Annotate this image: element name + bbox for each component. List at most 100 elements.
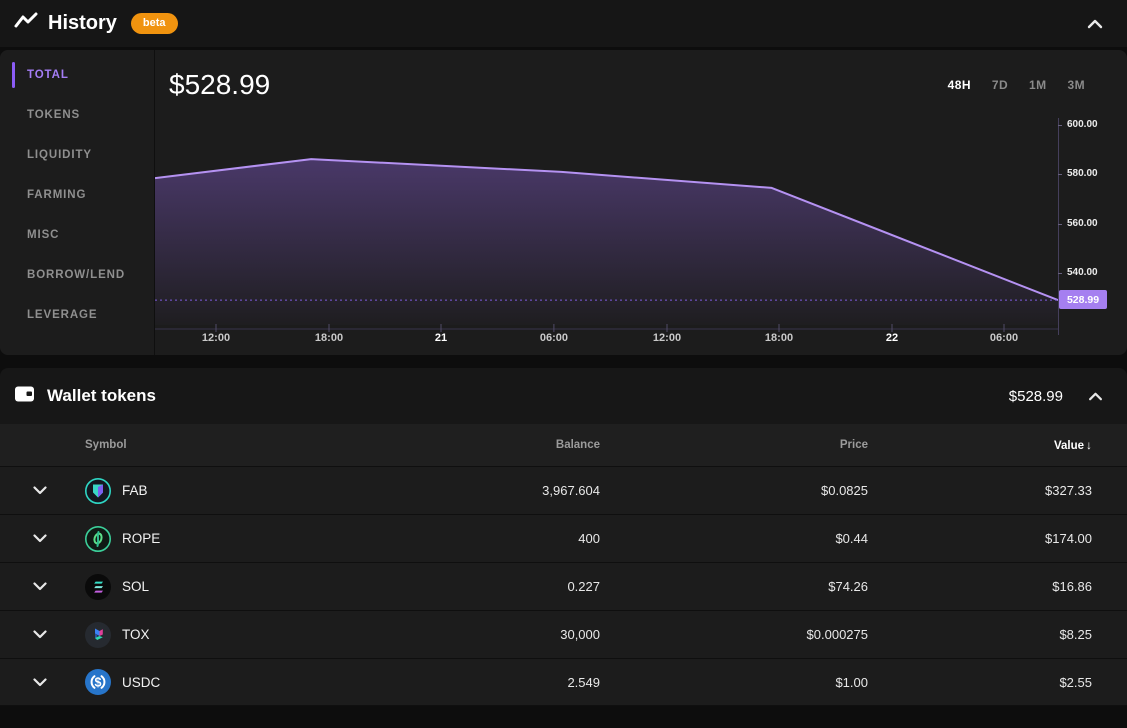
table-header-row: Symbol Balance Price Value↓ bbox=[0, 424, 1127, 466]
column-header-value[interactable]: Value↓ bbox=[868, 438, 1092, 452]
sidebar-item-label: MISC bbox=[27, 229, 59, 241]
table-row[interactable]: SOL 0.227 $74.26 $16.86 bbox=[0, 562, 1127, 610]
token-price: $1.00 bbox=[600, 675, 868, 690]
x-axis-label: 18:00 bbox=[315, 332, 343, 344]
token-symbol: TOX bbox=[122, 627, 150, 642]
table-row[interactable]: TOX 30,000 $0.000275 $8.25 bbox=[0, 610, 1127, 658]
y-axis-label: 580.00 bbox=[1067, 168, 1098, 179]
chevron-down-icon bbox=[33, 534, 47, 543]
y-axis-tick bbox=[1058, 174, 1062, 175]
token-balance: 3,967.604 bbox=[280, 483, 600, 498]
wallet-tokens-table: Symbol Balance Price Value↓ FAB 3,967.60… bbox=[0, 424, 1127, 706]
token-symbol: FAB bbox=[122, 483, 148, 498]
usdc-token-icon: $ bbox=[84, 668, 112, 696]
row-expand-button[interactable] bbox=[33, 582, 47, 591]
y-axis-tick bbox=[1058, 273, 1062, 274]
range-button-1m[interactable]: 1M bbox=[1029, 78, 1046, 92]
history-chart-icon bbox=[14, 11, 38, 36]
table-row[interactable]: $ USDC 2.549 $1.00 $2.55 bbox=[0, 658, 1127, 706]
y-axis-tick bbox=[1058, 224, 1062, 225]
token-balance: 0.227 bbox=[280, 579, 600, 594]
sidebar-item-farming[interactable]: FARMING bbox=[0, 175, 154, 215]
chart-zone: $528.99 48H 7D 1M 3M 12:0018:002106:0012… bbox=[155, 50, 1127, 355]
x-axis-label: 18:00 bbox=[765, 332, 793, 344]
x-axis-label: 21 bbox=[435, 332, 447, 344]
sol-token-icon bbox=[84, 573, 112, 601]
token-value: $8.25 bbox=[868, 627, 1092, 642]
sidebar-item-leverage[interactable]: LEVERAGE bbox=[0, 295, 154, 335]
row-expand-button[interactable] bbox=[33, 534, 47, 543]
rope-token-icon bbox=[84, 525, 112, 553]
y-axis-label: 560.00 bbox=[1067, 218, 1098, 229]
table-row[interactable]: ROPE 400 $0.44 $174.00 bbox=[0, 514, 1127, 562]
chevron-down-icon bbox=[33, 630, 47, 639]
history-collapse-button[interactable] bbox=[1081, 10, 1109, 38]
chevron-down-icon bbox=[33, 678, 47, 687]
tox-token-icon bbox=[84, 621, 112, 649]
sidebar-item-label: TOTAL bbox=[27, 69, 69, 81]
range-button-48h[interactable]: 48H bbox=[948, 78, 971, 92]
column-header-balance[interactable]: Balance bbox=[280, 439, 600, 451]
x-axis-label: 06:00 bbox=[990, 332, 1018, 344]
sidebar-item-label: BORROW/LEND bbox=[27, 269, 125, 281]
token-balance: 400 bbox=[280, 531, 600, 546]
token-price: $0.0825 bbox=[600, 483, 868, 498]
wallet-collapse-button[interactable] bbox=[1081, 382, 1109, 410]
token-price: $0.44 bbox=[600, 531, 868, 546]
sidebar-item-misc[interactable]: MISC bbox=[0, 215, 154, 255]
token-balance: 30,000 bbox=[280, 627, 600, 642]
y-axis-label: 600.00 bbox=[1067, 119, 1098, 130]
token-symbol: SOL bbox=[122, 579, 149, 594]
history-title: History bbox=[48, 12, 117, 35]
history-panel: TOTAL TOKENS LIQUIDITY FARMING MISC BORR… bbox=[0, 50, 1127, 355]
sidebar-item-label: FARMING bbox=[27, 189, 86, 201]
wallet-tokens-title: Wallet tokens bbox=[47, 386, 156, 406]
beta-badge: beta bbox=[131, 13, 178, 34]
chevron-down-icon bbox=[33, 582, 47, 591]
history-header: History beta bbox=[0, 0, 1127, 47]
wallet-icon bbox=[14, 385, 36, 408]
token-value: $174.00 bbox=[868, 531, 1092, 546]
chart-y-axis: 600.00580.00560.00540.00528.99 bbox=[1058, 110, 1127, 355]
column-header-symbol[interactable]: Symbol bbox=[80, 439, 280, 451]
token-price: $74.26 bbox=[600, 579, 868, 594]
token-value: $2.55 bbox=[868, 675, 1092, 690]
history-sidebar: TOTAL TOKENS LIQUIDITY FARMING MISC BORR… bbox=[0, 50, 155, 355]
chevron-down-icon bbox=[33, 486, 47, 495]
x-axis-label: 12:00 bbox=[653, 332, 681, 344]
fab-token-icon bbox=[84, 477, 112, 505]
token-value: $16.86 bbox=[868, 579, 1092, 594]
range-button-3m[interactable]: 3M bbox=[1068, 78, 1085, 92]
y-axis-label: 540.00 bbox=[1067, 267, 1098, 278]
column-header-price[interactable]: Price bbox=[600, 439, 868, 451]
sidebar-item-total[interactable]: TOTAL bbox=[0, 55, 154, 95]
range-button-7d[interactable]: 7D bbox=[992, 78, 1008, 92]
column-header-label: Value bbox=[1054, 440, 1084, 452]
chevron-up-icon bbox=[1088, 392, 1103, 401]
sidebar-item-liquidity[interactable]: LIQUIDITY bbox=[0, 135, 154, 175]
x-axis-label: 06:00 bbox=[540, 332, 568, 344]
token-balance: 2.549 bbox=[280, 675, 600, 690]
sidebar-item-label: LEVERAGE bbox=[27, 309, 97, 321]
chart-plot: 12:00 18:00 21 06:00 12:00 18:00 22 06:00 bbox=[155, 110, 1058, 355]
svg-text:$: $ bbox=[95, 675, 102, 689]
token-symbol: USDC bbox=[122, 675, 160, 690]
wallet-tokens-header: Wallet tokens $528.99 bbox=[0, 368, 1127, 424]
x-axis-label: 22 bbox=[886, 332, 898, 344]
row-expand-button[interactable] bbox=[33, 486, 47, 495]
sidebar-item-tokens[interactable]: TOKENS bbox=[0, 95, 154, 135]
active-indicator-bar bbox=[12, 62, 15, 88]
sidebar-item-borrow-lend[interactable]: BORROW/LEND bbox=[0, 255, 154, 295]
wallet-total-value: $528.99 bbox=[1009, 388, 1063, 405]
token-symbol: ROPE bbox=[122, 531, 160, 546]
table-row[interactable]: FAB 3,967.604 $0.0825 $327.33 bbox=[0, 466, 1127, 514]
portfolio-total-value: $528.99 bbox=[169, 69, 270, 101]
x-axis-label: 12:00 bbox=[202, 332, 230, 344]
sort-desc-arrow-icon: ↓ bbox=[1086, 438, 1092, 452]
y-axis-tick bbox=[1058, 125, 1062, 126]
history-area-chart[interactable]: 12:00 18:00 21 06:00 12:00 18:00 22 06:00 600.0… bbox=[155, 110, 1127, 355]
time-range-selector: 48H 7D 1M 3M bbox=[948, 78, 1085, 92]
row-expand-button[interactable] bbox=[33, 630, 47, 639]
row-expand-button[interactable] bbox=[33, 678, 47, 687]
sidebar-item-label: TOKENS bbox=[27, 109, 80, 121]
